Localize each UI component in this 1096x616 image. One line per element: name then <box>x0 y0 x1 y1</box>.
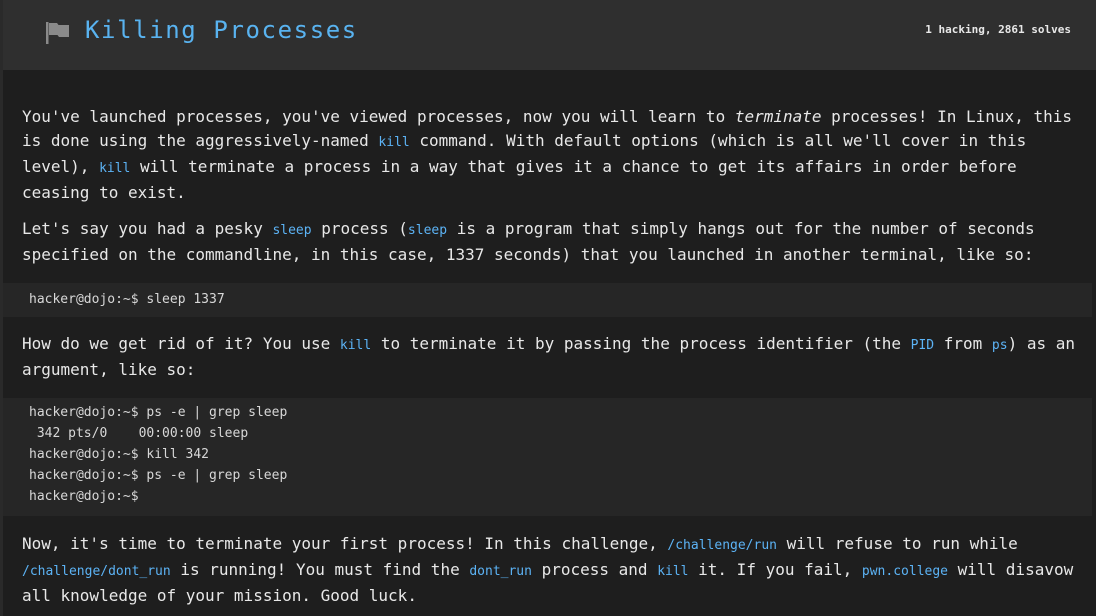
text-line: level), kill will terminate a process in… <box>22 155 1072 181</box>
text-span: it. If you fail, <box>688 560 862 579</box>
paragraph-sleep-example: Let's say you had a pesky sleep process … <box>22 217 1035 267</box>
inline-code-pid: PID <box>910 338 935 353</box>
code-line: hacker@dojo:~$ sleep 1337 <box>29 292 225 307</box>
code-block-sleep[interactable]: hacker@dojo:~$ sleep 1337 <box>3 283 1092 317</box>
code-line: hacker@dojo:~$ ps -e | grep sleep <box>29 468 288 483</box>
inline-code-sleep: sleep <box>407 223 448 238</box>
text-span: Now, it's time to terminate your first p… <box>22 534 668 553</box>
text-line: How do we get rid of it? You use kill to… <box>22 332 1075 358</box>
emphasis-terminate: terminate <box>734 107 822 126</box>
text-span: How do we get rid of it? You use <box>22 334 340 353</box>
text-span: Let's say you had a pesky <box>22 219 273 238</box>
inline-code-kill: kill <box>99 161 131 176</box>
inline-code-challenge-dont-run: /challenge/dont_run <box>22 564 171 579</box>
text-span: from <box>934 334 992 353</box>
text-line: specified on the commandline, in this ca… <box>22 245 1034 264</box>
inline-code-sleep: sleep <box>272 223 312 238</box>
challenge-header[interactable]: Killing Processes 1 hacking, 2861 solves <box>3 0 1096 70</box>
text-span: is done using the aggressively-named <box>22 131 379 150</box>
text-span: You've launched processes, you've viewed… <box>22 107 735 126</box>
text-span: is a program that simply hangs out for t… <box>447 219 1035 238</box>
text-span: will terminate a process in a way that g… <box>130 157 1017 176</box>
text-line: /challenge/dont_run is running! You must… <box>22 558 1073 584</box>
inline-code-pwn-college: pwn.college <box>861 564 948 579</box>
text-line: all knowledge of your mission. Good luck… <box>22 586 417 605</box>
paragraph-intro: You've launched processes, you've viewed… <box>22 105 1072 205</box>
text-line: ceasing to exist. <box>22 183 186 202</box>
text-line: You've launched processes, you've viewed… <box>22 105 1072 129</box>
code-line: hacker@dojo:~$ <box>29 489 139 504</box>
text-span: command. With default options (which is … <box>409 131 1027 150</box>
text-line: is done using the aggressively-named kil… <box>22 129 1072 155</box>
text-span: will refuse to run while <box>776 534 1018 553</box>
paragraph-challenge-task: Now, it's time to terminate your first p… <box>22 532 1073 608</box>
text-span: to terminate it by passing the process i… <box>371 334 911 353</box>
text-span: level), <box>22 157 100 176</box>
text-span: process and <box>531 560 658 579</box>
challenge-title[interactable]: Killing Processes <box>85 16 358 44</box>
text-line: argument, like so: <box>22 360 196 379</box>
text-span: processes! In Linux, this <box>821 107 1072 126</box>
code-line: hacker@dojo:~$ ps -e | grep sleep <box>29 405 288 420</box>
inline-code-dont-run: dont_run <box>469 564 532 579</box>
text-span: will disavow <box>948 560 1074 579</box>
inline-code-ps: ps <box>991 338 1008 353</box>
code-block-kill-session[interactable]: hacker@dojo:~$ ps -e | grep sleep 342 pt… <box>3 398 1092 516</box>
inline-code-kill: kill <box>378 135 410 150</box>
inline-code-kill: kill <box>339 338 372 353</box>
page-background: Killing Processes 1 hacking, 2861 solves… <box>0 0 1096 616</box>
text-span: is running! You must find the <box>170 560 470 579</box>
code-line: 342 pts/0 00:00:00 sleep <box>29 426 249 441</box>
paragraph-kill-usage: How do we get rid of it? You use kill to… <box>22 332 1075 382</box>
inline-code-kill: kill <box>657 564 689 579</box>
text-span: ) as an <box>1007 334 1076 353</box>
code-line: hacker@dojo:~$ kill 342 <box>29 447 210 462</box>
solve-stats: 1 hacking, 2861 solves <box>925 23 1071 36</box>
challenge-card: Killing Processes 1 hacking, 2861 solves… <box>3 0 1096 616</box>
text-line: Now, it's time to terminate your first p… <box>22 532 1073 558</box>
text-line: Let's say you had a pesky sleep process … <box>22 217 1035 243</box>
text-span: process ( <box>311 219 408 238</box>
inline-code-challenge-run: /challenge/run <box>667 538 777 553</box>
flag-icon <box>46 22 69 44</box>
